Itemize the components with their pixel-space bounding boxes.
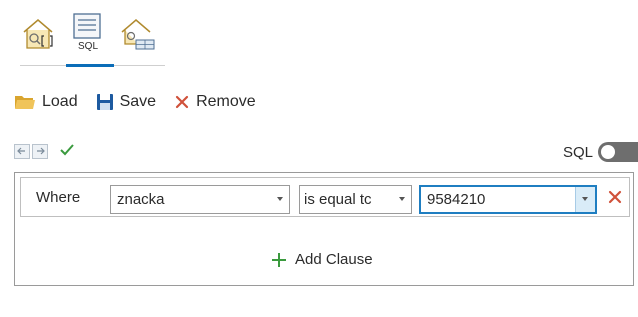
chevron-down-icon bbox=[277, 197, 283, 201]
operator-select-value: is equal tc bbox=[304, 191, 372, 208]
save-button[interactable]: Save bbox=[96, 93, 156, 111]
field-select-value: znacka bbox=[117, 191, 165, 208]
close-icon bbox=[608, 190, 622, 204]
sql-toggle-label: SQL bbox=[562, 143, 593, 161]
load-label: Load bbox=[42, 93, 78, 110]
verify-button[interactable] bbox=[60, 143, 74, 159]
clause-house-icon bbox=[23, 19, 53, 49]
add-clause-label: Add Clause bbox=[295, 251, 373, 268]
arrow-right-icon bbox=[37, 147, 45, 155]
table-pencil-icon bbox=[121, 19, 155, 50]
tab-sql-mode[interactable]: SQL bbox=[68, 10, 108, 54]
sql-tab-label: SQL bbox=[78, 41, 98, 52]
tab-table-mode[interactable] bbox=[118, 10, 158, 54]
clause-panel: Where znacka is equal tc 9584210 Add Cla… bbox=[14, 172, 634, 286]
tab-clause-mode[interactable] bbox=[20, 10, 60, 54]
chevron-down-icon bbox=[582, 197, 588, 201]
operator-select[interactable]: is equal tc bbox=[299, 185, 412, 214]
where-label: Where bbox=[36, 189, 81, 206]
value-combo[interactable]: 9584210 bbox=[419, 185, 597, 214]
indent-button[interactable] bbox=[32, 143, 48, 159]
save-icon bbox=[96, 94, 113, 110]
sql-toggle[interactable] bbox=[598, 142, 638, 162]
expression-toolbar: Load Save Remove bbox=[14, 88, 274, 116]
remove-label: Remove bbox=[196, 93, 256, 110]
remove-button[interactable]: Remove bbox=[174, 93, 256, 111]
save-label: Save bbox=[119, 93, 157, 110]
folder-open-icon bbox=[15, 96, 35, 109]
remove-clause-button[interactable] bbox=[607, 189, 623, 208]
outdent-button[interactable] bbox=[14, 143, 30, 159]
sql-document-icon: SQL bbox=[73, 13, 101, 52]
load-button[interactable]: Load bbox=[14, 93, 78, 111]
field-select[interactable]: znacka bbox=[110, 185, 290, 214]
add-clause-button[interactable]: Add Clause bbox=[271, 251, 373, 268]
value-combo-value[interactable]: 9584210 bbox=[427, 191, 485, 208]
active-tab-indicator bbox=[66, 64, 114, 67]
clause-row: Where znacka is equal tc 9584210 bbox=[20, 177, 630, 217]
value-dropdown-button[interactable] bbox=[575, 187, 595, 212]
clause-controls bbox=[14, 141, 74, 161]
sql-toggle-group: SQL bbox=[563, 142, 638, 162]
chevron-down-icon bbox=[399, 197, 405, 201]
remove-x-icon bbox=[175, 95, 189, 109]
toggle-knob bbox=[601, 145, 615, 159]
plus-icon bbox=[272, 252, 286, 267]
checkmark-icon bbox=[60, 144, 74, 156]
arrow-left-icon bbox=[17, 147, 25, 155]
mode-tabs: SQL bbox=[20, 6, 165, 67]
